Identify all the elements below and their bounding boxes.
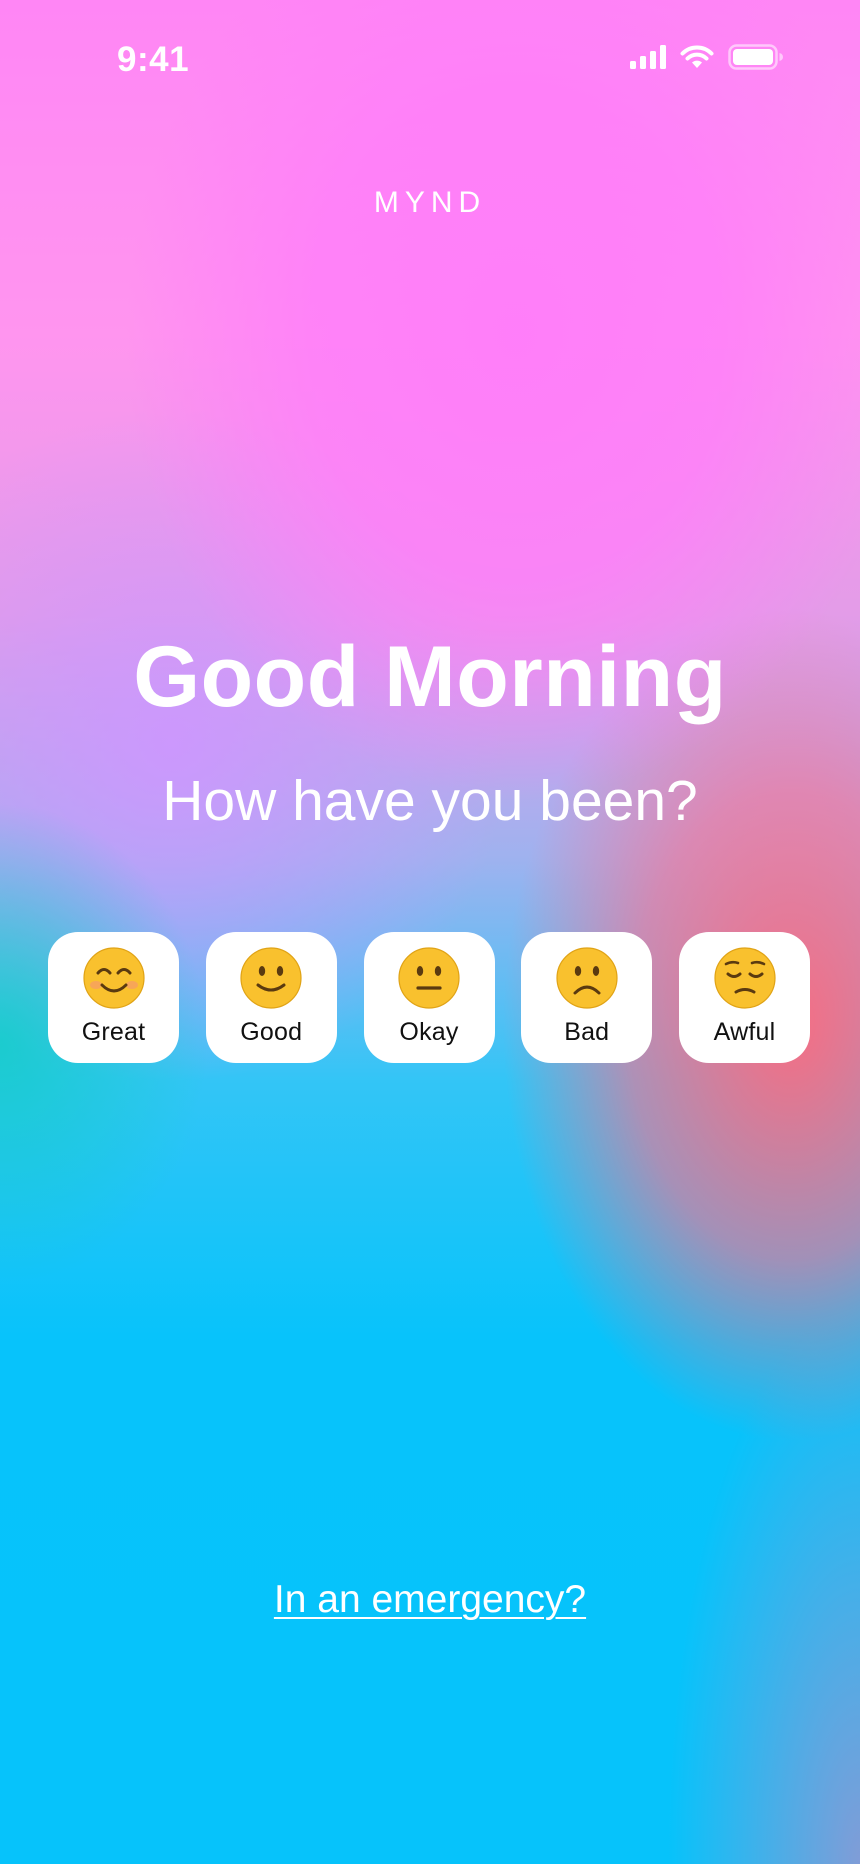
brand-logo: MYND — [373, 186, 487, 219]
battery-icon — [728, 44, 784, 70]
mood-label: Bad — [564, 1018, 610, 1046]
frowning-face-icon — [556, 947, 618, 1009]
mood-okay-button[interactable]: Okay — [363, 932, 495, 1063]
mood-awful-button[interactable]: Awful — [679, 932, 810, 1063]
greeting-question: How have you been? — [162, 769, 698, 833]
mood-bad-button[interactable]: Bad — [521, 932, 653, 1063]
status-bar: 9:41 — [0, 0, 860, 120]
mood-selector: Great Good Okay Bad Awful — [48, 932, 810, 1063]
mood-good-button[interactable]: Good — [205, 932, 337, 1063]
mood-label: Great — [81, 1018, 146, 1046]
status-time: 9:41 — [117, 40, 190, 79]
mood-label: Good — [240, 1018, 303, 1046]
slightly-smiling-face-icon — [240, 947, 302, 1009]
mood-great-button[interactable]: Great — [48, 932, 179, 1063]
smiling-face-icon — [82, 947, 145, 1009]
pensive-face-icon — [713, 947, 776, 1009]
greeting-title: Good Morning — [133, 629, 727, 725]
cellular-signal-icon — [630, 45, 666, 69]
screen: 9:41 MYND Good Morning How have you been… — [0, 0, 860, 1864]
wifi-icon — [680, 45, 714, 69]
mood-label: Okay — [399, 1018, 459, 1046]
mood-label: Awful — [713, 1018, 776, 1046]
emergency-link[interactable]: In an emergency? — [274, 1578, 586, 1621]
emergency-section: In an emergency? — [0, 1578, 860, 1622]
neutral-face-icon — [398, 947, 460, 1009]
status-icons — [630, 44, 784, 70]
